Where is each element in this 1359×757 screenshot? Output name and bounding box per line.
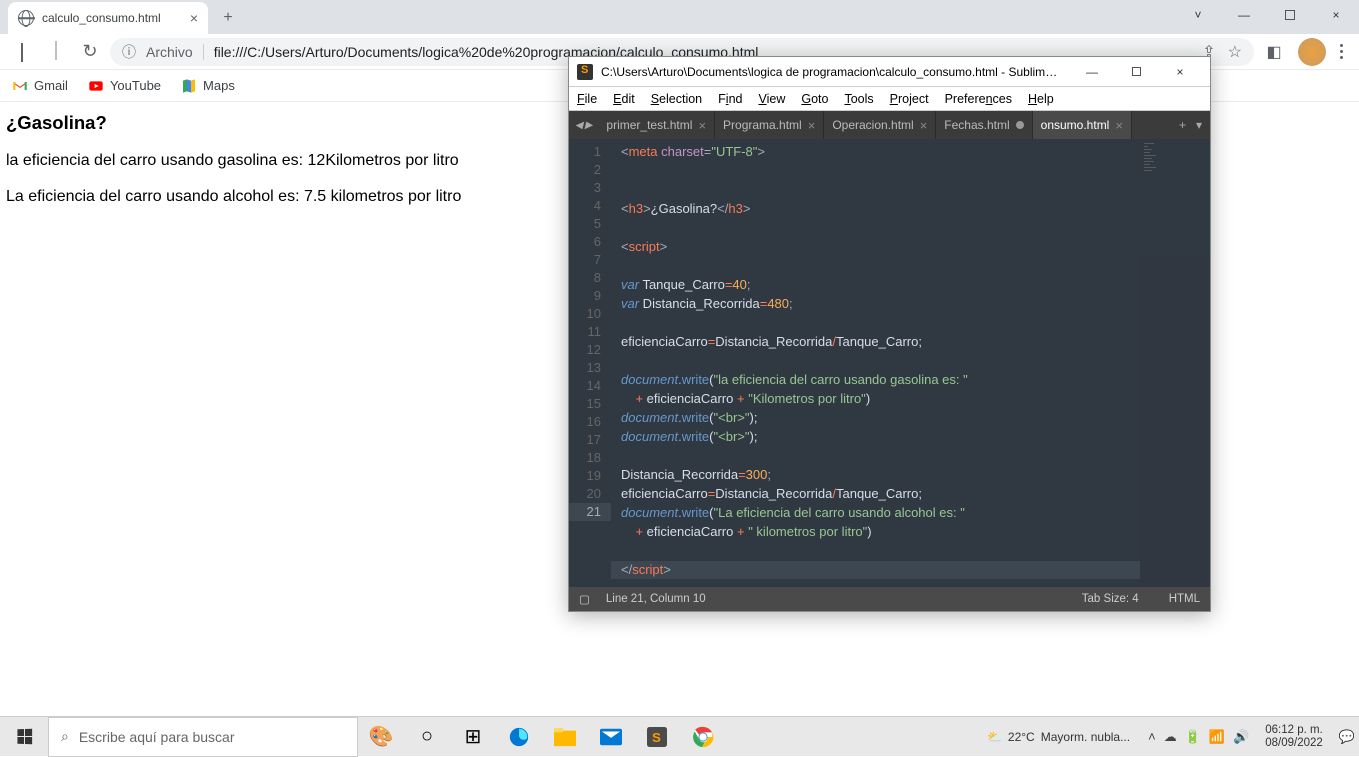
profile-avatar[interactable] xyxy=(1298,38,1326,66)
window-title: C:\Users\Arturo\Documents\logica de prog… xyxy=(601,65,1062,79)
search-icon: ⌕ xyxy=(61,728,69,745)
bookmark-maps[interactable]: Maps xyxy=(181,78,235,94)
weather-widget[interactable]: ⛅ 22°C Mayorm. nubla... xyxy=(977,730,1140,744)
menu-button[interactable] xyxy=(1332,36,1351,67)
chevron-down-icon[interactable]: ˅ xyxy=(1175,0,1221,30)
taskbar-search[interactable]: ⌕ Escribe aquí para buscar xyxy=(48,717,358,757)
menu-find[interactable]: Find xyxy=(718,92,742,106)
menu-help[interactable]: Help xyxy=(1028,92,1054,106)
sublime-tabbar: ◀▶ primer_test.html× Programa.html× Oper… xyxy=(569,111,1210,139)
app-sublime-icon[interactable]: S xyxy=(634,717,680,757)
code-area[interactable]: <meta charset="UTF-8"> <h3>¿Gasolina?</h… xyxy=(611,139,1140,587)
system-tray: ⛅ 22°C Mayorm. nubla... ˄ ☁ 🔋 📶 🔊 06:12 … xyxy=(977,717,1359,756)
editor-tab[interactable]: Fechas.html xyxy=(936,111,1032,139)
youtube-icon xyxy=(88,78,104,94)
maximize-button[interactable] xyxy=(1114,58,1158,86)
close-button[interactable]: × xyxy=(1313,0,1359,30)
minimap[interactable]: ▬▬▬▬▬▬▬▬▬▬▬▬▬▬▬▬▬▬▬▬▬▬▬▬▬▬▬▬▬▬▬▬▬▬▬▬▬▬▬▬… xyxy=(1140,139,1210,587)
menu-edit[interactable]: Edit xyxy=(613,92,635,106)
minimize-button[interactable]: — xyxy=(1070,58,1114,86)
app-taskview-icon[interactable]: ⊞ xyxy=(450,717,496,757)
bookmark-gmail[interactable]: Gmail xyxy=(12,78,68,94)
editor-tab[interactable]: Programa.html× xyxy=(715,111,824,139)
syntax-mode[interactable]: HTML xyxy=(1169,593,1200,605)
dirty-icon xyxy=(1016,121,1024,129)
browser-tab[interactable]: calculo_consumo.html × xyxy=(8,2,208,34)
sublime-titlebar[interactable]: C:\Users\Arturo\Documents\logica de prog… xyxy=(569,57,1210,87)
menu-tools[interactable]: Tools xyxy=(844,92,873,106)
forward-button[interactable] xyxy=(42,38,70,66)
close-button[interactable]: × xyxy=(1158,58,1202,86)
tab-size[interactable]: Tab Size: 4 xyxy=(1082,593,1139,605)
clock[interactable]: 06:12 p. m. 08/09/2022 xyxy=(1257,724,1331,750)
svg-text:S: S xyxy=(652,730,661,745)
maps-icon xyxy=(181,78,197,94)
notifications-icon[interactable]: 💬 xyxy=(1339,729,1355,745)
side-panel-button[interactable]: ◧ xyxy=(1260,38,1288,66)
divider xyxy=(203,44,204,60)
menu-file[interactable]: File xyxy=(577,92,597,106)
app-copilot-icon[interactable]: 🎨 xyxy=(358,717,404,757)
close-icon[interactable]: × xyxy=(190,10,198,26)
menu-project[interactable]: Project xyxy=(890,92,929,106)
battery-icon[interactable]: 🔋 xyxy=(1185,729,1201,745)
panel-icon[interactable]: ▢ xyxy=(579,592,590,606)
maximize-button[interactable] xyxy=(1267,0,1313,30)
close-icon[interactable]: × xyxy=(1115,118,1123,133)
reload-button[interactable] xyxy=(76,38,104,66)
cursor-position: Line 21, Column 10 xyxy=(606,593,706,605)
sublime-statusbar: ▢ Line 21, Column 10 Tab Size: 4 HTML xyxy=(569,587,1210,611)
menu-goto[interactable]: Goto xyxy=(801,92,828,106)
chevron-up-icon[interactable]: ˄ xyxy=(1148,729,1156,744)
search-placeholder: Escribe aquí para buscar xyxy=(79,729,235,745)
windows-icon xyxy=(17,729,32,745)
app-mail-icon[interactable] xyxy=(588,717,634,757)
app-explorer-icon[interactable] xyxy=(542,717,588,757)
star-icon[interactable]: ☆ xyxy=(1228,42,1242,62)
editor-tab[interactable]: primer_test.html× xyxy=(598,111,715,139)
close-icon[interactable]: × xyxy=(808,118,816,133)
wifi-icon[interactable]: 📶 xyxy=(1209,729,1225,745)
menu-selection[interactable]: Selection xyxy=(651,92,702,106)
volume-icon[interactable]: 🔊 xyxy=(1233,729,1249,745)
sublime-menubar: File Edit Selection Find View Goto Tools… xyxy=(569,87,1210,111)
gmail-icon xyxy=(12,78,28,94)
windows-taskbar: ⌕ Escribe aquí para buscar 🎨 ○ ⊞ S ⛅ 22°… xyxy=(0,716,1359,756)
globe-icon xyxy=(18,10,34,26)
start-button[interactable] xyxy=(0,717,48,757)
tab-menu-icon[interactable]: ▾ xyxy=(1196,118,1202,132)
info-icon: ⓘ xyxy=(122,42,136,62)
tab-next-icon[interactable]: ▶ xyxy=(585,120,593,131)
protocol-label: Archivo xyxy=(146,44,193,60)
sublime-editor[interactable]: 12345678910111213 141516171819 2021 <met… xyxy=(569,139,1210,587)
new-tab-button[interactable]: + xyxy=(1179,118,1186,132)
bookmark-youtube[interactable]: YouTube xyxy=(88,78,161,94)
editor-tab-active[interactable]: onsumo.html× xyxy=(1033,111,1132,139)
taskbar-apps: 🎨 ○ ⊞ S xyxy=(358,717,726,756)
sublime-logo-icon xyxy=(577,64,593,80)
window-controls: ˅ — × xyxy=(1175,0,1359,30)
tab-title: calculo_consumo.html xyxy=(42,11,161,25)
menu-view[interactable]: View xyxy=(758,92,785,106)
onedrive-icon[interactable]: ☁ xyxy=(1164,729,1177,745)
line-gutter: 12345678910111213 141516171819 2021 xyxy=(569,139,611,587)
sublime-window: C:\Users\Arturo\Documents\logica de prog… xyxy=(568,56,1211,612)
editor-tab[interactable]: Operacion.html× xyxy=(824,111,936,139)
close-icon[interactable]: × xyxy=(698,118,706,133)
minimize-button[interactable]: — xyxy=(1221,0,1267,30)
new-tab-button[interactable]: + xyxy=(214,4,242,32)
browser-tabstrip: calculo_consumo.html × + ˅ — × xyxy=(0,0,1359,34)
app-cortana-icon[interactable]: ○ xyxy=(404,717,450,757)
tab-prev-icon[interactable]: ◀ xyxy=(575,120,583,131)
menu-preferences[interactable]: Preferences xyxy=(945,92,1012,106)
close-icon[interactable]: × xyxy=(920,118,928,133)
app-chrome-icon[interactable] xyxy=(680,717,726,757)
app-edge-icon[interactable] xyxy=(496,717,542,757)
weather-icon: ⛅ xyxy=(987,730,1002,744)
back-button[interactable] xyxy=(8,38,36,66)
